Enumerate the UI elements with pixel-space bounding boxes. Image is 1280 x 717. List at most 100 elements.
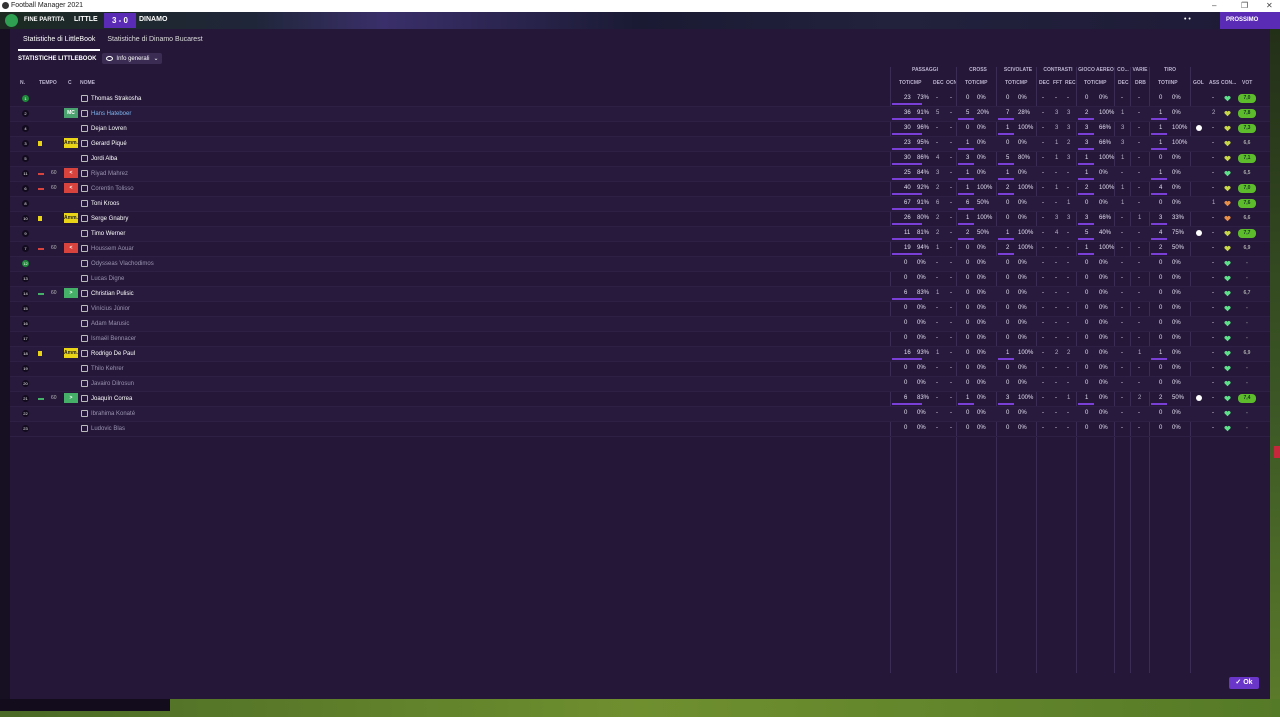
col-vote[interactable]: VOT xyxy=(1242,80,1252,86)
player-name[interactable]: Adam Marusic xyxy=(81,320,129,327)
player-name[interactable]: Timo Werner xyxy=(81,230,125,237)
col-pass-dec[interactable]: DEC xyxy=(933,80,944,86)
player-name[interactable]: Rodrigo De Paul xyxy=(81,350,135,357)
table-row[interactable]: 18 Amm. Rodrigo De Paul 16 93% 1-0 0% 1 100% -2 2 0… xyxy=(10,347,1270,362)
maximize-icon[interactable]: ❐ xyxy=(1241,1,1248,10)
table-row[interactable]: 13 Lucas Digne 0 0% - - 0 0% 0 0% - - - 0 0% - - 0 0% - - xyxy=(10,272,1270,287)
player-name[interactable]: Odysseas Vlachodimos xyxy=(81,260,154,267)
table-row[interactable]: 21 60 > Joaquín Correa 6 83% - -1 0% 3 100% - -1 1 0% -… xyxy=(10,392,1270,407)
table-row[interactable]: 15 Vinícius Júnior 0 0% - - 0 0% 0 0% - - - 0 0% - - 0 0% -… xyxy=(10,302,1270,317)
player-card-icon xyxy=(81,320,88,327)
table-row[interactable]: 10 Amm. Serge Gnabry 26 80% 2 - 1 100% 0 0% - 3 3 3 66%… xyxy=(10,212,1270,227)
table-row[interactable]: 22 Ibrahima Konaté 0 0% - - 0 0% 0 0% - - - 0 0% - - 0 0% -… xyxy=(10,407,1270,422)
cell-shots-pct: 0% xyxy=(1172,110,1181,116)
cell-shots-total: 0 xyxy=(1159,425,1163,431)
shirt-number: 10 xyxy=(22,215,29,222)
col-condition[interactable]: CON... xyxy=(1221,80,1236,86)
match-rating: 6,6 xyxy=(1243,215,1251,221)
player-name[interactable]: Christian Pulisic xyxy=(81,290,134,297)
player-name[interactable]: Ismaël Bennacer xyxy=(81,335,136,342)
group-header-aerial: GIOCO AEREO xyxy=(1078,67,1114,73)
col-chal-dec[interactable]: DEC xyxy=(1039,80,1050,86)
player-name[interactable]: Vinícius Júnior xyxy=(81,305,130,312)
cell-tackle-pct: 0% xyxy=(1018,260,1027,266)
player-name[interactable]: Toni Kroos xyxy=(81,200,119,207)
cell-chal-fft: - xyxy=(1055,305,1057,311)
player-name[interactable]: Jordi Alba xyxy=(81,155,117,162)
player-name-text: Jordi Alba xyxy=(91,156,118,163)
table-row[interactable]: 16 Adam Marusic 0 0% - - 0 0% 0 0% - - - 0 0% - - 0 0% - - xyxy=(10,317,1270,332)
stat-underline xyxy=(892,253,922,255)
col-goals[interactable]: GOL xyxy=(1193,80,1204,86)
player-name[interactable]: Thomas Strakosha xyxy=(81,95,141,102)
player-name[interactable]: Thilo Kehrer xyxy=(81,365,124,372)
cell-co-dec: - xyxy=(1121,275,1123,281)
ok-button[interactable]: ✓ Ok xyxy=(1229,677,1259,689)
condition-heart-icon xyxy=(1224,140,1231,147)
match-rating: 7,1 xyxy=(1238,154,1256,163)
col-tempo[interactable]: TEMPO xyxy=(39,80,57,86)
continue-button[interactable]: PROSSIMO xyxy=(1220,12,1280,29)
player-name[interactable]: Lucas Digne xyxy=(81,275,124,282)
table-row[interactable]: 7 60 < Houssem Aouar 19 94% 1-0 0% 2 100% - - -1 100%… xyxy=(10,242,1270,257)
player-name[interactable]: Gerard Piqué xyxy=(81,140,127,147)
table-row[interactable]: 20 Javairo Dilrosun 0 0% - - 0 0% 0 0% - - - 0 0% - - 0 0%… xyxy=(10,377,1270,392)
player-name[interactable]: Ludovic Blas xyxy=(81,425,125,432)
player-name[interactable]: Houssem Aouar xyxy=(81,245,134,252)
col-misc-drb[interactable]: DRB xyxy=(1135,80,1146,86)
cell-cross-total: 0 xyxy=(966,320,970,326)
player-name[interactable]: Ibrahima Konaté xyxy=(81,410,135,417)
table-row[interactable]: 1 Thomas Strakosha 23 73% - -0 0% 0 0% - - -0 0% - -0 0… xyxy=(10,92,1270,107)
player-name[interactable]: Riyad Mahrez xyxy=(81,170,128,177)
tab-home-stats[interactable]: Statistiche di LittleBook xyxy=(18,34,101,51)
col-aerial-totcmp[interactable]: TOT/CMP xyxy=(1084,80,1106,86)
col-name[interactable]: NOME xyxy=(80,80,95,86)
table-row[interactable]: 8 Toni Kroos 67 91% 6 - 6 50% 0 0% - - 1 0 0% 1 - 0 0% 1 7,6 xyxy=(10,197,1270,212)
col-co-dec[interactable]: DEC xyxy=(1118,80,1129,86)
player-name[interactable]: Serge Gnabry xyxy=(81,215,128,222)
table-row[interactable]: 2 MC Hans Hateboer 36 91% 5-5 20% 7 28% -3 3 2 100% 1… xyxy=(10,107,1270,122)
col-num[interactable]: N. xyxy=(20,80,25,86)
window-titlebar: Football Manager 2021 – ❐ ✕ xyxy=(0,0,1280,12)
player-name[interactable]: Javairo Dilrosun xyxy=(81,380,134,387)
minimize-icon[interactable]: – xyxy=(1212,1,1216,10)
cell-tackle-total: 0 xyxy=(1006,425,1010,431)
col-c[interactable]: C xyxy=(68,80,72,86)
col-chal-rec[interactable]: REC xyxy=(1065,80,1076,86)
table-row[interactable]: 4 Dejan Lovren 30 96% - -0 0% 1 100% -3 3 3 66% 3-1 10… xyxy=(10,122,1270,137)
player-name[interactable]: Hans Hateboer xyxy=(81,110,131,117)
col-chal-fft[interactable]: FFT xyxy=(1053,80,1062,86)
table-row[interactable]: 3 Amm. Gerard Piqué 23 95% - -1 0% 0 0% -1 2 3 66% 3-1… xyxy=(10,137,1270,152)
cell-cross-total: 0 xyxy=(966,425,970,431)
col-tackle-totcmp[interactable]: TOT/CMP xyxy=(1005,80,1027,86)
col-assists[interactable]: ASS xyxy=(1209,80,1219,86)
player-name[interactable]: Dejan Lovren xyxy=(81,125,127,132)
table-row[interactable]: 12 Odysseas Vlachodimos 0 0% - - 0 0% 0 0% - - - 0 0% -… xyxy=(10,257,1270,272)
col-cross-totcmp[interactable]: TOT/CMP xyxy=(965,80,987,86)
cell-aerial-total: 1 xyxy=(1085,245,1089,251)
col-pass-totcmp[interactable]: TOT/CMP xyxy=(899,80,921,86)
cell-tackle-pct: 28% xyxy=(1018,110,1031,116)
tab-away-stats[interactable]: Statistiche di Dinamo Bucarest xyxy=(102,34,207,49)
stat-underline xyxy=(1078,148,1094,150)
close-icon[interactable]: ✕ xyxy=(1266,1,1273,10)
table-row[interactable]: 9 Timo Werner 11 81% 2 - 2 50% 1 100% - 4 - 5 40% - - 4 75… xyxy=(10,227,1270,242)
chevron-down-icon: ⌄ xyxy=(153,56,159,62)
table-row[interactable]: 5 Jordi Alba 30 86% 4 - 3 0% 5 80% - 1 3 1 100% 1 - 0 0% - 7… xyxy=(10,152,1270,167)
cell-chal-rec: 3 xyxy=(1067,110,1071,116)
table-row[interactable]: 23 Ludovic Blas 0 0% - - 0 0% 0 0% - - - 0 0% - - 0 0% - - xyxy=(10,422,1270,437)
group-header-misc: VARIE xyxy=(1132,67,1148,73)
table-row[interactable]: 11 60 < Riyad Mahrez 25 84% 3 - 1 0% 1 0% - - - 1 0% - - 1 0… xyxy=(10,167,1270,182)
cell-chal-rec: 3 xyxy=(1067,125,1071,131)
side-alert-tab[interactable] xyxy=(1274,446,1280,458)
view-dropdown[interactable]: Info generali ⌄ xyxy=(102,53,163,64)
cell-aerial-pct: 66% xyxy=(1099,125,1112,131)
table-row[interactable]: 14 60 > Christian Pulisic 6 83% 1 - 0 0% 0 0% - - - 0 0%… xyxy=(10,287,1270,302)
table-row[interactable]: 6 60 < Corentin Tolisso 40 92% 2 - 1 100% 2 100% - 1 -… xyxy=(10,182,1270,197)
table-row[interactable]: 17 Ismaël Bennacer 0 0% - - 0 0% 0 0% - - - 0 0% - - 0 0% -… xyxy=(10,332,1270,347)
table-row[interactable]: 19 Thilo Kehrer 0 0% - - 0 0% 0 0% - - - 0 0% - - 0 0% - - xyxy=(10,362,1270,377)
cell-pass-total: 40 xyxy=(904,185,911,191)
player-name[interactable]: Joaquín Correa xyxy=(81,395,132,402)
player-name[interactable]: Corentin Tolisso xyxy=(81,185,134,192)
col-shots-totinp[interactable]: TOT/INP xyxy=(1158,80,1178,86)
